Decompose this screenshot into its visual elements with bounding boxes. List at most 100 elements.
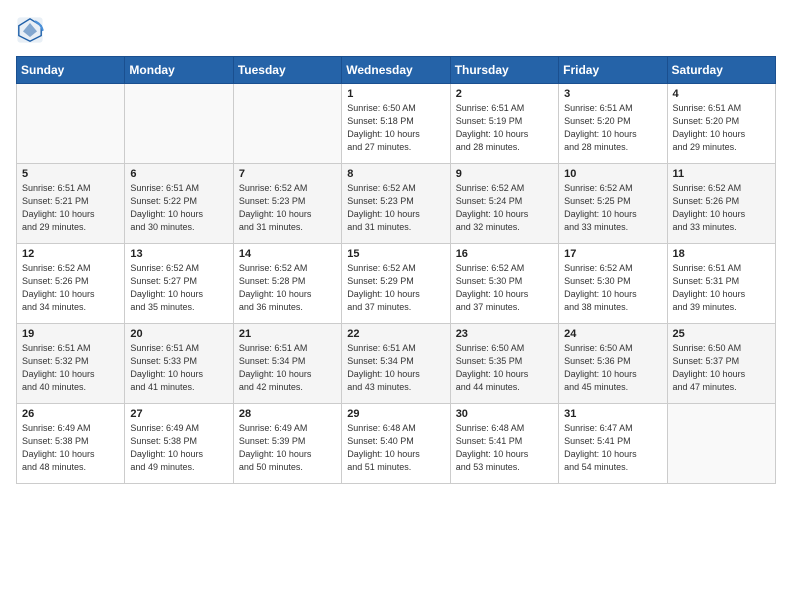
weekday-header-wednesday: Wednesday	[342, 57, 450, 84]
calendar-week-row: 26 Sunrise: 6:49 AM Sunset: 5:38 PM Dayli…	[17, 404, 776, 484]
calendar-cell: 24 Sunrise: 6:50 AM Sunset: 5:36 PM Dayli…	[559, 324, 667, 404]
day-info: Sunrise: 6:49 AM Sunset: 5:38 PM Dayligh…	[22, 422, 120, 474]
day-number: 9	[456, 168, 554, 180]
calendar-cell: 22Sunrise: 6:51 AM Sunset: 5:34 PM Dayli…	[342, 324, 450, 404]
calendar-cell: 3Sunrise: 6:51 AM Sunset: 5:20 PM Daylig…	[559, 84, 667, 164]
day-number: 5	[22, 168, 120, 180]
calendar-cell: 8 Sunrise: 6:52 AM Sunset: 5:23 PM Daylig…	[342, 164, 450, 244]
calendar-cell: 5 Sunrise: 6:51 AM Sunset: 5:21 PM Daylig…	[17, 164, 125, 244]
day-info: Sunrise: 6:52 AM Sunset: 5:24 PM Dayligh…	[456, 182, 554, 234]
day-info: Sunrise: 6:52 AM Sunset: 5:28 PM Dayligh…	[239, 262, 337, 314]
calendar-cell: 17 Sunrise: 6:52 AM Sunset: 5:30 PM Dayli…	[559, 244, 667, 324]
calendar-cell: 28 Sunrise: 6:49 AM Sunset: 5:39 PM Dayli…	[233, 404, 341, 484]
day-info: Sunrise: 6:47 AM Sunset: 5:41 PM Dayligh…	[564, 422, 662, 474]
weekday-header-tuesday: Tuesday	[233, 57, 341, 84]
day-info: Sunrise: 6:50 AM Sunset: 5:36 PM Dayligh…	[564, 342, 662, 394]
calendar-week-row: 19 Sunrise: 6:51 AM Sunset: 5:32 PM Dayli…	[17, 324, 776, 404]
day-number: 22	[347, 328, 445, 340]
calendar-cell: 21 Sunrise: 6:51 AM Sunset: 5:34 PM Dayli…	[233, 324, 341, 404]
weekday-header-saturday: Saturday	[667, 57, 775, 84]
day-number: 8	[347, 168, 445, 180]
day-info: Sunrise: 6:52 AM Sunset: 5:30 PM Dayligh…	[564, 262, 662, 314]
day-info: Sunrise: 6:52 AM Sunset: 5:26 PM Dayligh…	[22, 262, 120, 314]
day-info: Sunrise: 6:52 AM Sunset: 5:25 PM Dayligh…	[564, 182, 662, 234]
day-info: Sunrise: 6:50 AM Sunset: 5:35 PM Dayligh…	[456, 342, 554, 394]
calendar-cell: 1 Sunrise: 6:50 AM Sunset: 5:18 PM Daylig…	[342, 84, 450, 164]
page-header	[16, 16, 776, 44]
day-info: Sunrise: 6:52 AM Sunset: 5:23 PM Dayligh…	[347, 182, 445, 234]
day-info: Sunrise: 6:49 AM Sunset: 5:38 PM Dayligh…	[130, 422, 228, 474]
day-info: Sunrise: 6:51 AM Sunset: 5:21 PM Dayligh…	[22, 182, 120, 234]
day-number: 12	[22, 248, 120, 260]
calendar-cell: 7Sunrise: 6:52 AM Sunset: 5:23 PM Daylig…	[233, 164, 341, 244]
day-number: 19	[22, 328, 120, 340]
weekday-header-monday: Monday	[125, 57, 233, 84]
calendar-cell: 10 Sunrise: 6:52 AM Sunset: 5:25 PM Dayli…	[559, 164, 667, 244]
day-number: 30	[456, 408, 554, 420]
day-number: 28	[239, 408, 337, 420]
day-number: 27	[130, 408, 228, 420]
calendar-cell	[17, 84, 125, 164]
calendar-cell: 29 Sunrise: 6:48 AM Sunset: 5:40 PM Dayli…	[342, 404, 450, 484]
calendar-cell: 27 Sunrise: 6:49 AM Sunset: 5:38 PM Dayli…	[125, 404, 233, 484]
day-info: Sunrise: 6:52 AM Sunset: 5:30 PM Dayligh…	[456, 262, 554, 314]
day-info: Sunrise: 6:51 AM Sunset: 5:20 PM Dayligh…	[564, 102, 662, 154]
day-info: Sunrise: 6:52 AM Sunset: 5:26 PM Dayligh…	[673, 182, 771, 234]
calendar-cell: 6 Sunrise: 6:51 AM Sunset: 5:22 PM Daylig…	[125, 164, 233, 244]
day-info: Sunrise: 6:51 AM Sunset: 5:20 PM Dayligh…	[673, 102, 771, 154]
calendar-cell	[667, 404, 775, 484]
calendar-cell: 15 Sunrise: 6:52 AM Sunset: 5:29 PM Dayli…	[342, 244, 450, 324]
day-number: 29	[347, 408, 445, 420]
logo-icon	[16, 16, 44, 44]
day-info: Sunrise: 6:50 AM Sunset: 5:18 PM Dayligh…	[347, 102, 445, 154]
day-number: 25	[673, 328, 771, 340]
day-info: Sunrise: 6:51 AM Sunset: 5:32 PM Dayligh…	[22, 342, 120, 394]
calendar-cell: 11Sunrise: 6:52 AM Sunset: 5:26 PM Dayli…	[667, 164, 775, 244]
calendar-cell	[233, 84, 341, 164]
calendar-week-row: 5 Sunrise: 6:51 AM Sunset: 5:21 PM Daylig…	[17, 164, 776, 244]
calendar-cell: 25Sunrise: 6:50 AM Sunset: 5:37 PM Dayli…	[667, 324, 775, 404]
calendar-cell: 16 Sunrise: 6:52 AM Sunset: 5:30 PM Dayli…	[450, 244, 558, 324]
calendar-cell	[125, 84, 233, 164]
day-info: Sunrise: 6:51 AM Sunset: 5:33 PM Dayligh…	[130, 342, 228, 394]
day-info: Sunrise: 6:48 AM Sunset: 5:40 PM Dayligh…	[347, 422, 445, 474]
calendar-cell: 18Sunrise: 6:51 AM Sunset: 5:31 PM Dayli…	[667, 244, 775, 324]
day-info: Sunrise: 6:52 AM Sunset: 5:27 PM Dayligh…	[130, 262, 228, 314]
day-info: Sunrise: 6:51 AM Sunset: 5:34 PM Dayligh…	[239, 342, 337, 394]
day-info: Sunrise: 6:51 AM Sunset: 5:19 PM Dayligh…	[456, 102, 554, 154]
day-info: Sunrise: 6:51 AM Sunset: 5:31 PM Dayligh…	[673, 262, 771, 314]
calendar-cell: 12 Sunrise: 6:52 AM Sunset: 5:26 PM Dayli…	[17, 244, 125, 324]
calendar-cell: 31Sunrise: 6:47 AM Sunset: 5:41 PM Dayli…	[559, 404, 667, 484]
day-number: 13	[130, 248, 228, 260]
calendar-cell: 9 Sunrise: 6:52 AM Sunset: 5:24 PM Daylig…	[450, 164, 558, 244]
calendar-table: SundayMondayTuesdayWednesdayThursdayFrid…	[16, 56, 776, 484]
day-number: 16	[456, 248, 554, 260]
calendar-cell: 14 Sunrise: 6:52 AM Sunset: 5:28 PM Dayli…	[233, 244, 341, 324]
weekday-header-sunday: Sunday	[17, 57, 125, 84]
day-number: 17	[564, 248, 662, 260]
calendar-cell: 2Sunrise: 6:51 AM Sunset: 5:19 PM Daylig…	[450, 84, 558, 164]
calendar-week-row: 12 Sunrise: 6:52 AM Sunset: 5:26 PM Dayli…	[17, 244, 776, 324]
day-number: 14	[239, 248, 337, 260]
day-number: 26	[22, 408, 120, 420]
calendar-cell: 13 Sunrise: 6:52 AM Sunset: 5:27 PM Dayli…	[125, 244, 233, 324]
weekday-header-friday: Friday	[559, 57, 667, 84]
day-info: Sunrise: 6:51 AM Sunset: 5:22 PM Dayligh…	[130, 182, 228, 234]
calendar-cell: 4 Sunrise: 6:51 AM Sunset: 5:20 PM Daylig…	[667, 84, 775, 164]
calendar-cell: 20Sunrise: 6:51 AM Sunset: 5:33 PM Dayli…	[125, 324, 233, 404]
day-number: 1	[347, 88, 445, 100]
day-number: 6	[130, 168, 228, 180]
weekday-header-thursday: Thursday	[450, 57, 558, 84]
day-number: 21	[239, 328, 337, 340]
calendar-cell: 26 Sunrise: 6:49 AM Sunset: 5:38 PM Dayli…	[17, 404, 125, 484]
day-number: 10	[564, 168, 662, 180]
calendar-cell: 19 Sunrise: 6:51 AM Sunset: 5:32 PM Dayli…	[17, 324, 125, 404]
day-number: 15	[347, 248, 445, 260]
weekday-header-row: SundayMondayTuesdayWednesdayThursdayFrid…	[17, 57, 776, 84]
day-info: Sunrise: 6:49 AM Sunset: 5:39 PM Dayligh…	[239, 422, 337, 474]
day-number: 4	[673, 88, 771, 100]
day-number: 24	[564, 328, 662, 340]
day-info: Sunrise: 6:52 AM Sunset: 5:23 PM Dayligh…	[239, 182, 337, 234]
day-info: Sunrise: 6:52 AM Sunset: 5:29 PM Dayligh…	[347, 262, 445, 314]
calendar-cell: 23Sunrise: 6:50 AM Sunset: 5:35 PM Dayli…	[450, 324, 558, 404]
